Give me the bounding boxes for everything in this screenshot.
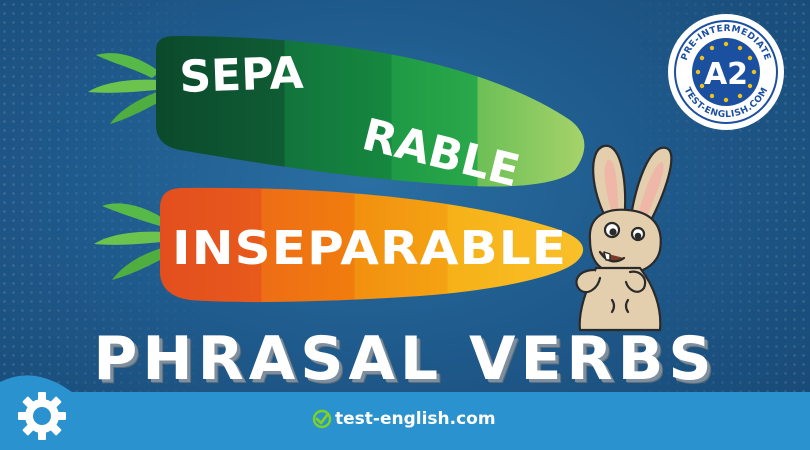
check-icon — [312, 409, 332, 429]
carrot-bottom-leaves — [94, 203, 168, 280]
site-label: test-english.com — [335, 409, 496, 429]
site-link[interactable]: test-english.com — [312, 404, 496, 434]
gear-icon[interactable] — [0, 362, 84, 450]
rabbit-illustration — [575, 144, 673, 332]
banner: SEPA RABLE INSEPARABLE A2 PRE-INTERMEDIA… — [0, 0, 810, 450]
carrot-top-word-1: SEPA — [179, 48, 305, 103]
carrot-top-leaves — [88, 53, 163, 124]
carrot-bottom-word: INSEPARABLE — [172, 221, 567, 275]
badge-level: A2 — [704, 57, 748, 92]
page-title: PHRASAL VERBS — [93, 324, 717, 394]
